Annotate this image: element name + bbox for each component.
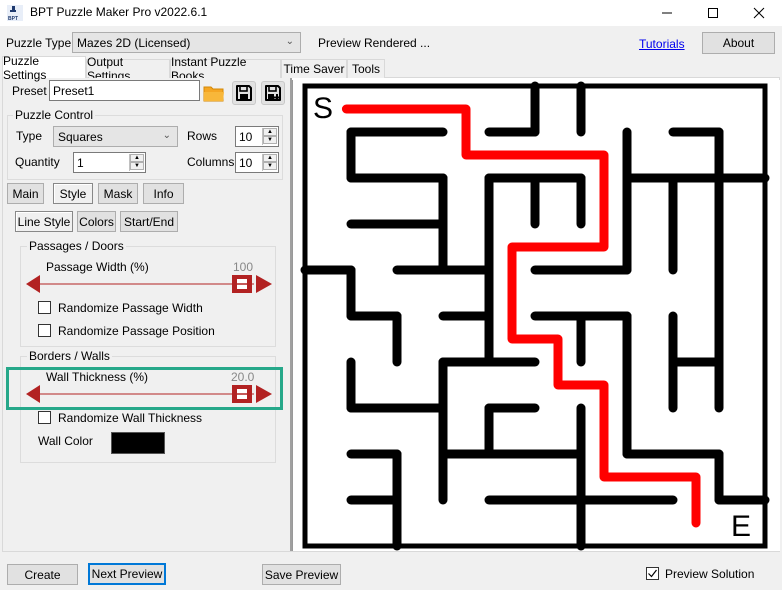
tab-output-settings[interactable]: Output Settings — [86, 55, 170, 83]
slider-thumb[interactable] — [232, 275, 252, 293]
close-button[interactable] — [736, 0, 782, 26]
passages-title: Passages / Doors — [27, 239, 126, 253]
quantity-value: 1 — [77, 155, 84, 170]
passage-width-slider-graphic[interactable] — [26, 274, 272, 294]
chevron-down-icon: ⌄ — [162, 130, 171, 141]
randomize-passage-position-label: Randomize Passage Position — [58, 324, 215, 338]
rows-spin[interactable]: ▲ ▼ — [262, 128, 277, 145]
minimize-icon — [662, 12, 672, 14]
style-tab-colors[interactable]: Colors — [77, 211, 116, 232]
end-label: E — [731, 510, 751, 543]
increase-arrow-icon[interactable] — [256, 275, 272, 293]
spin-down-icon[interactable]: ▼ — [130, 162, 144, 170]
quantity-stepper[interactable]: 1 ▲ ▼ — [73, 152, 146, 173]
tab-tools[interactable]: Tools — [347, 59, 385, 78]
decrease-arrow-icon[interactable] — [26, 275, 40, 293]
type-select[interactable]: Squares ⌄ — [53, 126, 178, 147]
close-icon — [753, 7, 765, 19]
walls-title: Borders / Walls — [27, 349, 112, 363]
rows-label: Rows — [187, 129, 218, 143]
preset-value: Preset1 — [53, 83, 95, 98]
maze-canvas: S E — [300, 81, 770, 551]
randomize-wall-thickness-checkbox[interactable] — [38, 411, 51, 424]
type-value: Squares — [58, 129, 103, 144]
passage-width-label: Passage Width (%) — [46, 260, 149, 274]
preview-solution-label: Preview Solution — [665, 567, 755, 581]
preview-status: Preview Rendered ... — [318, 36, 431, 50]
title-bar: BPT BPT Puzzle Maker Pro v2022.6.1 — [0, 0, 782, 26]
tab-time-saver[interactable]: Time Saver — [281, 59, 347, 78]
tab-puzzle-settings[interactable]: Puzzle Settings — [2, 54, 86, 82]
spin-up-icon[interactable]: ▲ — [263, 154, 277, 162]
randomize-passage-position-checkbox[interactable] — [38, 324, 51, 337]
maximize-icon — [708, 8, 718, 18]
spin-down-icon[interactable]: ▼ — [263, 162, 277, 170]
type-label: Type — [16, 129, 43, 143]
randomize-wall-thickness-label: Randomize Wall Thickness — [58, 411, 203, 425]
wall-color-swatch[interactable] — [111, 432, 165, 454]
open-preset-button[interactable] — [202, 81, 226, 105]
save-as-icon — [265, 85, 281, 101]
puzzle-type-label: Puzzle Type — [6, 36, 72, 50]
preset-input[interactable]: Preset1 — [49, 80, 200, 101]
spin-down-icon[interactable]: ▼ — [263, 136, 277, 144]
create-button[interactable]: Create — [7, 564, 78, 585]
randomize-passage-width-label: Randomize Passage Width — [58, 301, 203, 315]
preset-label: Preset — [12, 84, 47, 98]
maximize-button[interactable] — [690, 0, 736, 26]
columns-spin[interactable]: ▲ ▼ — [262, 154, 277, 171]
columns-stepper[interactable]: 10 ▲ ▼ — [235, 152, 279, 173]
save-icon — [236, 85, 252, 101]
rows-stepper[interactable]: 10 ▲ ▼ — [235, 126, 279, 147]
columns-label: Columns — [187, 155, 235, 169]
passage-width-value: 100 — [233, 260, 254, 274]
puzzle-type-value: Mazes 2D (Licensed) — [77, 35, 191, 50]
rows-value: 10 — [239, 129, 253, 144]
tab-instant-puzzle-books[interactable]: Instant Puzzle Books — [170, 55, 281, 83]
quantity-spin[interactable]: ▲ ▼ — [129, 154, 144, 171]
tutorials-link[interactable]: Tutorials — [639, 37, 685, 51]
checkmark-icon — [648, 569, 657, 578]
chevron-down-icon: ⌄ — [285, 36, 294, 47]
columns-value: 10 — [239, 155, 253, 170]
bpt-logo-icon: BPT — [7, 5, 23, 21]
style-tab-line-style[interactable]: Line Style — [15, 211, 73, 232]
about-button[interactable]: About — [702, 32, 775, 54]
highlight-box — [6, 367, 283, 410]
minimize-button[interactable] — [644, 0, 690, 26]
style-tab-start-end[interactable]: Start/End — [120, 211, 178, 232]
randomize-passage-width-checkbox[interactable] — [38, 301, 51, 314]
window-title: BPT Puzzle Maker Pro v2022.6.1 — [30, 5, 208, 19]
open-folder-icon — [203, 86, 224, 102]
spin-up-icon[interactable]: ▲ — [263, 128, 277, 136]
subtab-main[interactable]: Main — [7, 183, 44, 204]
save-preset-button[interactable] — [232, 81, 256, 105]
subtab-info[interactable]: Info — [143, 183, 184, 204]
puzzle-control-title: Puzzle Control — [13, 108, 96, 122]
save-preview-button[interactable]: Save Preview — [262, 564, 341, 585]
start-label: S — [313, 92, 333, 125]
quantity-label: Quantity — [15, 155, 60, 169]
maze-preview: S E — [292, 80, 780, 551]
save-preset-as-button[interactable] — [261, 81, 285, 105]
passage-width-slider[interactable] — [26, 274, 272, 294]
subtab-mask[interactable]: Mask — [98, 183, 138, 204]
subtab-style[interactable]: Style — [53, 183, 93, 204]
puzzle-type-select[interactable]: Mazes 2D (Licensed) ⌄ — [72, 32, 301, 53]
next-preview-button[interactable]: Next Preview — [88, 563, 166, 585]
wall-color-label: Wall Color — [38, 434, 93, 448]
svg-text:BPT: BPT — [8, 16, 18, 21]
preview-solution-checkbox[interactable] — [646, 567, 659, 580]
spin-up-icon[interactable]: ▲ — [130, 154, 144, 162]
